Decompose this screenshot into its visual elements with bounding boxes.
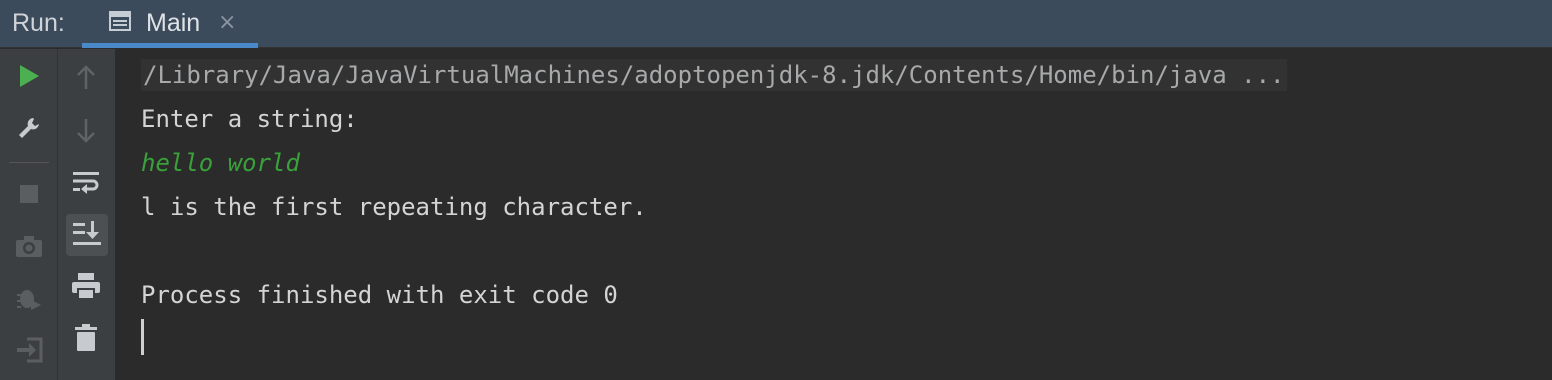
scroll-to-end-icon <box>72 220 102 250</box>
exit-button[interactable] <box>9 332 49 372</box>
next-occurrence-button[interactable] <box>66 112 106 152</box>
console-user-input-line: hello world <box>141 149 300 177</box>
camera-icon <box>15 234 43 262</box>
scroll-to-end-button[interactable] <box>66 214 108 256</box>
console-result-line: l is the first repeating character. <box>141 193 647 221</box>
wrench-icon <box>16 115 42 145</box>
run-label: Run: <box>12 9 65 37</box>
text-caret <box>141 319 144 355</box>
tab-main-label: Main <box>146 9 201 37</box>
arrow-up-icon <box>75 65 97 95</box>
trash-icon <box>74 324 98 356</box>
dump-threads-button[interactable] <box>9 228 49 268</box>
edit-configuration-button[interactable] <box>9 110 49 150</box>
debug-button[interactable] <box>9 280 49 320</box>
stop-button[interactable] <box>9 176 49 216</box>
previous-occurrence-button[interactable] <box>66 60 106 100</box>
clear-all-button[interactable] <box>66 320 106 360</box>
debug-bug-icon <box>15 284 43 316</box>
rerun-icon <box>18 64 40 92</box>
close-icon[interactable]: × <box>218 10 236 36</box>
print-icon <box>71 272 101 304</box>
tab-active-indicator <box>82 43 258 48</box>
rerun-button[interactable] <box>9 58 49 98</box>
toolbar-divider <box>9 162 49 163</box>
tab-main[interactable]: Main × <box>82 0 258 48</box>
console-actions-toolbar <box>58 49 116 380</box>
arrow-down-icon <box>75 117 97 147</box>
console-output[interactable]: /Library/Java/JavaVirtualMachines/adopto… <box>116 49 1552 380</box>
stop-icon <box>18 183 40 209</box>
print-button[interactable] <box>66 268 106 308</box>
console-exit-message: Process finished with exit code 0 <box>141 281 618 309</box>
run-actions-toolbar <box>0 49 58 380</box>
run-tool-window-header: Run: Main × <box>0 0 1552 48</box>
soft-wrap-icon <box>72 169 100 199</box>
soft-wrap-button[interactable] <box>66 164 106 204</box>
console-prompt-line: Enter a string: <box>141 105 358 133</box>
console-window-icon <box>109 11 131 31</box>
console-command-line: /Library/Java/JavaVirtualMachines/adopto… <box>141 59 1287 91</box>
exit-login-icon <box>15 336 43 368</box>
